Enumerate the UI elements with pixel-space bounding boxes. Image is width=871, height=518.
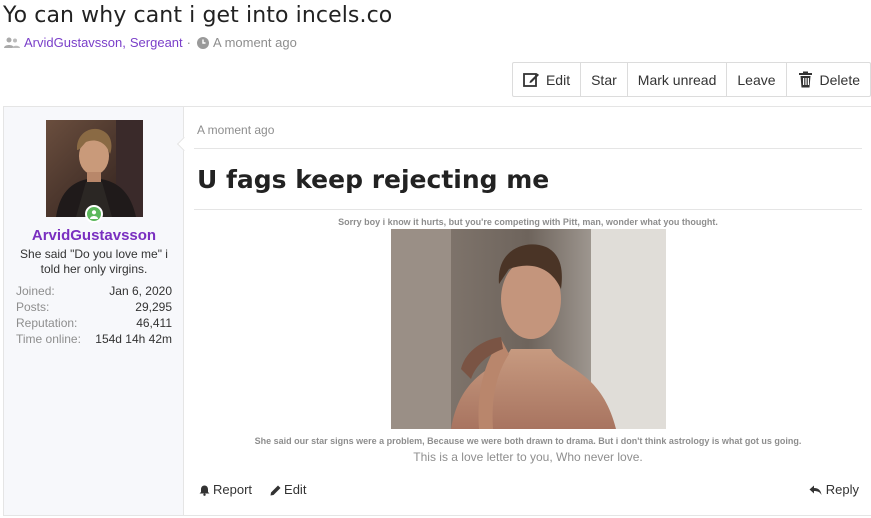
reply-icon [809,484,822,495]
caption-bottom: She said our star signs were a problem, … [254,436,802,446]
stat-reputation: Reputation: 46,411 [16,315,172,331]
thread-toolbar: Edit Star Mark unread Leave Delete [511,62,871,97]
divider [194,209,862,210]
mark-unread-button-label: Mark unread [637,71,717,88]
post-heading: U fags keep rejecting me [197,165,550,194]
divider [194,148,862,149]
stat-value: 46,411 [136,316,172,330]
stat-posts: Posts: 29,295 [16,299,172,315]
caption-top: Sorry boy i know it hurts, but you're co… [338,217,718,227]
delete-button-label: Delete [819,71,860,88]
stat-label: Posts: [16,300,50,314]
leave-button-label: Leave [737,71,776,88]
reply-label: Reply [825,482,859,497]
post: ArvidGustavsson She said "Do you love me… [3,106,871,516]
post-edit-button[interactable]: Edit [270,482,306,497]
stat-joined: Joined: Jan 6, 2020 [16,283,172,299]
delete-button[interactable]: Delete [787,63,870,96]
stat-value: 29,295 [135,300,172,314]
stat-value: 154d 14h 42m [95,332,172,346]
mark-unread-button[interactable]: Mark unread [628,63,728,96]
thread-author-link[interactable]: ArvidGustavsson [24,35,122,50]
online-status-icon [85,205,103,223]
post-image [391,229,666,429]
star-button[interactable]: Star [581,63,628,96]
pencil-icon [270,484,281,496]
trash-icon [797,71,814,88]
clock-icon [197,36,209,49]
meta-dot: · [186,35,191,50]
thread-author-rank[interactable]: Sergeant [130,35,183,50]
users-icon [4,37,20,49]
author-stats: Joined: Jan 6, 2020 Posts: 29,295 Reputa… [16,283,172,347]
edit-button-label: Edit [545,71,571,88]
leave-button[interactable]: Leave [727,63,787,96]
stat-label: Time online: [16,332,81,346]
bell-icon [199,484,210,496]
stat-time-online: Time online: 154d 14h 42m [16,331,172,347]
star-button-label: Star [591,71,617,88]
post-edit-label: Edit [284,482,307,497]
post-time: A moment ago [197,123,275,137]
stat-label: Reputation: [16,316,78,330]
avatar[interactable] [46,120,143,217]
edit-icon [523,71,540,88]
edit-button[interactable]: Edit [513,63,582,96]
report-button[interactable]: Report [199,482,252,497]
author-username[interactable]: ArvidGustavsson [4,227,184,244]
thread-meta: ArvidGustavsson, Sergeant · A moment ago [4,35,297,50]
thread-time: A moment ago [213,35,297,50]
reply-button[interactable]: Reply [809,482,859,497]
post-actions: Report Edit [199,482,306,497]
author-signature: She said "Do you love me" i told her onl… [20,247,168,276]
report-label: Report [213,482,253,497]
post-author-sidebar: ArvidGustavsson She said "Do you love me… [4,107,184,515]
caption-love: This is a love letter to you, Who never … [413,450,643,464]
post-body: A moment ago U fags keep rejecting me So… [194,107,862,515]
stat-label: Joined: [16,284,55,298]
stat-value: Jan 6, 2020 [109,284,172,298]
meta-separator: , [122,35,126,50]
thread-title: Yo can why cant i get into incels.co [3,3,393,28]
